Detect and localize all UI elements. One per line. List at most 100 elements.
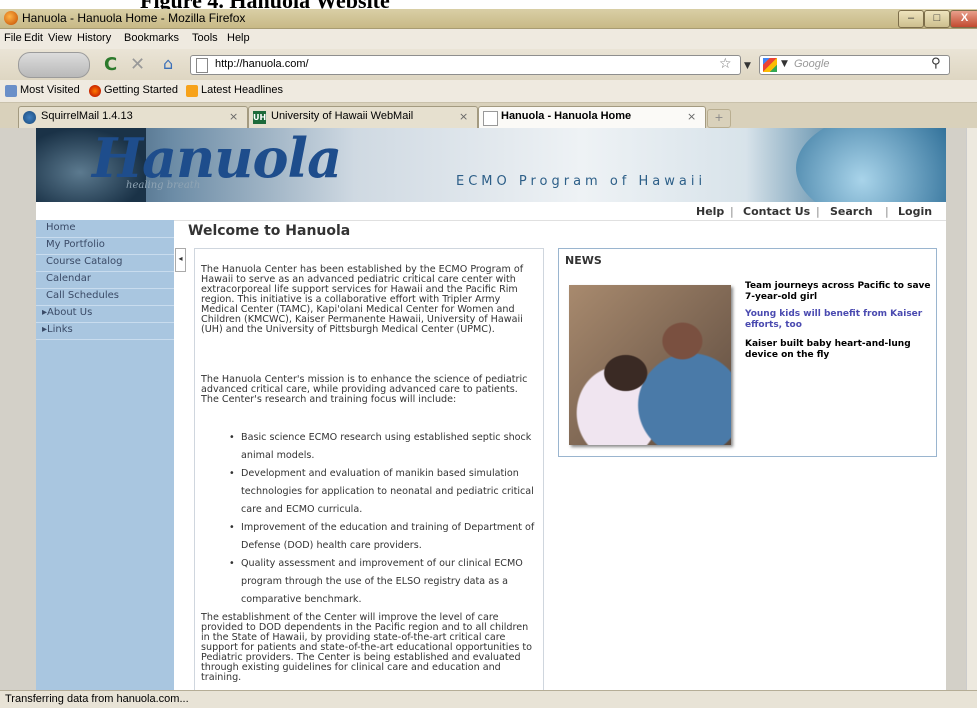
tab-label: University of Hawaii WebMail <box>271 110 414 122</box>
url-text[interactable]: http://hanuola.com/ <box>215 58 309 70</box>
engine-dropdown-icon[interactable]: ▼ <box>781 59 788 69</box>
sidebar: Home My Portfolio Course Catalog Calenda… <box>36 220 174 690</box>
sidebar-item-calendar[interactable]: Calendar <box>36 271 174 289</box>
sidebar-item-about-us[interactable]: ▸About Us <box>36 305 174 323</box>
list-item: Development and evaluation of manikin ba… <box>229 465 535 519</box>
nav-login-link[interactable]: Login <box>898 205 932 218</box>
back-forward-button[interactable] <box>18 52 90 78</box>
sidebar-item-label: Home <box>46 222 76 233</box>
site-banner: Hanuola healing breath ECMO Program of H… <box>36 128 946 202</box>
mission-paragraph: The Hanuola Center's mission is to enhan… <box>201 374 528 405</box>
program-name: ECMO Program of Hawaii <box>456 174 707 189</box>
page-viewport: Hanuola healing breath ECMO Program of H… <box>0 128 977 690</box>
news-link-team-journeys[interactable]: Team journeys across Pacific to save 7-y… <box>745 281 931 303</box>
wave-image <box>796 128 946 202</box>
uh-icon: UH <box>253 111 267 124</box>
tab-uh-webmail[interactable]: UH University of Hawaii WebMail × <box>248 106 478 128</box>
menu-view[interactable]: View <box>48 32 72 44</box>
google-icon[interactable] <box>763 58 777 72</box>
menu-help[interactable]: Help <box>227 32 250 44</box>
sidebar-item-label: Course Catalog <box>46 256 123 267</box>
most-visited-icon <box>5 85 17 97</box>
news-title: NEWS <box>565 254 602 267</box>
window-title: Hanuola - Hanuola Home - Mozilla Firefox <box>22 11 246 25</box>
nav-help-link[interactable]: Help <box>696 205 724 218</box>
menu-history[interactable]: History <box>77 32 111 44</box>
tab-hanuola-home[interactable]: Hanuola - Hanuola Home × <box>478 106 706 129</box>
sidebar-item-label: Calendar <box>46 273 91 284</box>
establishment-paragraph: The establishment of the Center will imp… <box>201 612 533 683</box>
sidebar-item-home[interactable]: Home <box>36 220 174 238</box>
close-tab-icon[interactable]: × <box>687 110 696 123</box>
rss-icon <box>186 85 198 97</box>
sidebar-item-text: About Us <box>47 307 93 318</box>
news-link-young-kids[interactable]: Young kids will benefit from Kaiser effo… <box>745 309 931 331</box>
figure-caption-text: Figure 4. Hanuola Website <box>140 0 390 9</box>
figure-caption: Figure 4. Hanuola Website <box>0 0 977 9</box>
window-titlebar: Hanuola - Hanuola Home - Mozilla Firefox… <box>0 9 977 29</box>
sidebar-item-course-catalog[interactable]: Course Catalog <box>36 254 174 272</box>
bookmark-most-visited[interactable]: Most Visited <box>20 84 80 96</box>
tab-bar: SquirrelMail 1.4.13 × UH University of H… <box>0 103 977 129</box>
sidebar-item-my-portfolio[interactable]: My Portfolio <box>36 237 174 255</box>
list-item: Quality assessment and improvement of ou… <box>229 555 535 609</box>
sidebar-item-call-schedules[interactable]: Call Schedules <box>36 288 174 306</box>
menu-file[interactable]: File <box>4 32 22 44</box>
firefox-icon <box>4 11 18 25</box>
menu-tools[interactable]: Tools <box>192 32 218 44</box>
hanuola-site: Hanuola healing breath ECMO Program of H… <box>36 128 946 690</box>
sidebar-item-links[interactable]: ▸Links <box>36 322 174 340</box>
sidebar-item-label: My Portfolio <box>46 239 105 250</box>
sidebar-item-text: Links <box>47 324 73 335</box>
sidebar-item-label: ▸Links <box>42 324 73 335</box>
stop-icon[interactable]: ✕ <box>130 54 145 75</box>
bookmark-latest-headlines[interactable]: Latest Headlines <box>201 84 283 96</box>
nav-separator: | <box>730 205 734 218</box>
close-tab-icon[interactable]: × <box>459 110 468 123</box>
status-text: Transferring data from hanuola.com... <box>5 693 189 705</box>
tab-squirrelmail[interactable]: SquirrelMail 1.4.13 × <box>18 106 248 128</box>
search-icon[interactable]: ⚲ <box>931 56 941 71</box>
intro-content: The Hanuola Center has been established … <box>194 248 544 690</box>
menu-edit[interactable]: Edit <box>24 32 43 44</box>
nav-separator: | <box>816 205 820 218</box>
tab-label: Hanuola - Hanuola Home <box>501 110 632 122</box>
search-placeholder[interactable]: Google <box>794 58 829 70</box>
url-dropdown-icon[interactable]: ▼ <box>744 61 751 71</box>
new-tab-button[interactable]: + <box>707 109 731 128</box>
news-photo[interactable] <box>569 285 731 445</box>
bookmark-star-icon[interactable]: ☆ <box>719 56 732 72</box>
maximize-button[interactable]: □ <box>924 10 950 28</box>
nav-search-link[interactable]: Search <box>830 205 873 218</box>
nav-separator: | <box>885 205 889 218</box>
menu-bar: File Edit View History Bookmarks Tools H… <box>0 29 977 49</box>
reload-icon[interactable]: C <box>104 54 117 75</box>
news-panel: NEWS Team journeys across Pacific to sav… <box>558 248 937 457</box>
navigation-toolbar: C ✕ ⌂ http://hanuola.com/ ☆ ▼ ▼ Google ⚲ <box>0 49 977 80</box>
getting-started-icon <box>89 85 101 97</box>
bookmarks-toolbar: Most Visited Getting Started Latest Head… <box>0 80 977 103</box>
list-item: Basic science ECMO research using establ… <box>229 429 535 465</box>
news-link-kaiser-device[interactable]: Kaiser built baby heart-and-lung device … <box>745 339 931 361</box>
vertical-scrollbar[interactable] <box>966 128 977 690</box>
site-tagline: healing breath <box>126 180 201 191</box>
url-bar[interactable]: http://hanuola.com/ ☆ <box>190 55 741 75</box>
squirrelmail-icon <box>23 111 36 124</box>
top-nav: Help | Contact Us | Search | Login <box>36 202 946 221</box>
close-window-button[interactable]: X <box>950 10 977 28</box>
home-icon[interactable]: ⌂ <box>163 54 173 73</box>
search-bar[interactable]: ▼ Google ⚲ <box>759 55 950 75</box>
page-icon <box>196 58 208 73</box>
sidebar-item-label: ▸About Us <box>42 307 92 318</box>
status-bar: Transferring data from hanuola.com... <box>0 690 977 708</box>
nav-contact-link[interactable]: Contact Us <box>743 205 810 218</box>
page-icon <box>483 111 498 126</box>
minimize-button[interactable]: – <box>898 10 924 28</box>
list-item: Improvement of the education and trainin… <box>229 519 535 555</box>
focus-list: Basic science ECMO research using establ… <box>229 429 535 609</box>
bookmark-getting-started[interactable]: Getting Started <box>104 84 178 96</box>
close-tab-icon[interactable]: × <box>229 110 238 123</box>
intro-paragraph: The Hanuola Center has been established … <box>201 264 524 335</box>
collapse-sidebar-button[interactable]: ◂ <box>175 248 186 272</box>
menu-bookmarks[interactable]: Bookmarks <box>124 32 179 44</box>
